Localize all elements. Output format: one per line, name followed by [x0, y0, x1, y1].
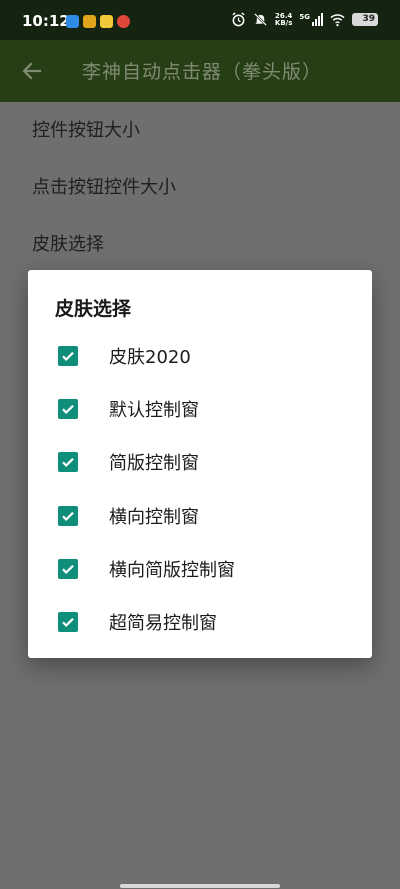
wifi-icon [330, 14, 345, 27]
skin-select-dialog: 皮肤选择 皮肤2020 默认控制窗 简版控制窗 横向控制窗 横向简版控制窗 超简… [28, 270, 372, 658]
skin-option-2020[interactable]: 皮肤2020 [28, 329, 372, 382]
skin-option-label: 默认控制窗 [109, 399, 199, 421]
gesture-nav-bar[interactable] [120, 884, 280, 888]
arrow-left-icon[interactable] [20, 59, 44, 83]
skin-options-list: 皮肤2020 默认控制窗 简版控制窗 横向控制窗 横向简版控制窗 超简易控制窗 [28, 329, 372, 649]
notification-icons [66, 15, 130, 28]
signal-type: 5G [299, 13, 310, 21]
status-right: 26.4 KB/s 5G 39 [231, 12, 378, 27]
page-title: 李神自动点击器（拳头版） [82, 61, 323, 83]
setting-control-button-size[interactable]: 控件按钮大小 [0, 102, 400, 159]
app-toolbar: 李神自动点击器（拳头版） [0, 40, 400, 102]
status-time: 10:12 [22, 12, 70, 30]
skin-option-horizontal-simple[interactable]: 横向简版控制窗 [28, 542, 372, 595]
skin-option-default[interactable]: 默认控制窗 [28, 382, 372, 435]
settings-list: 控件按钮大小 点击按钮控件大小 皮肤选择 [0, 102, 400, 273]
network-speed: 26.4 KB/s [274, 12, 293, 27]
skin-option-label: 超简易控制窗 [109, 613, 217, 635]
setting-skin-select[interactable]: 皮肤选择 [0, 216, 400, 273]
app-notification-icon [100, 15, 113, 28]
setting-click-button-size[interactable]: 点击按钮控件大小 [0, 159, 400, 216]
alarm-icon [232, 12, 245, 27]
checkbox-checked-icon[interactable] [58, 345, 78, 366]
skin-option-label: 简版控制窗 [109, 453, 199, 475]
app-notification-icon [83, 15, 96, 28]
checkbox-checked-icon[interactable] [58, 398, 78, 419]
cell-signal-icon: 5G [299, 13, 323, 26]
mute-bell-icon [253, 13, 267, 26]
status-bar: 10:12 26.4 KB/s 5G 39 [0, 0, 400, 40]
network-speed-unit: KB/s [274, 18, 293, 27]
skin-option-horizontal[interactable]: 横向控制窗 [28, 489, 372, 542]
checkbox-checked-icon[interactable] [58, 505, 78, 526]
skin-option-label: 皮肤2020 [109, 346, 191, 368]
skin-option-simple[interactable]: 简版控制窗 [28, 436, 372, 489]
checkbox-checked-icon[interactable] [58, 452, 78, 473]
checkbox-checked-icon[interactable] [58, 558, 78, 579]
skin-option-label: 横向简版控制窗 [109, 559, 235, 581]
dialog-title: 皮肤选择 [55, 298, 132, 320]
battery-icon: 39 [352, 13, 378, 26]
app-notification-icon [117, 15, 130, 28]
skin-option-super-simple[interactable]: 超简易控制窗 [28, 595, 372, 648]
app-notification-icon [66, 15, 79, 28]
skin-option-label: 横向控制窗 [109, 506, 199, 528]
checkbox-checked-icon[interactable] [58, 612, 78, 633]
